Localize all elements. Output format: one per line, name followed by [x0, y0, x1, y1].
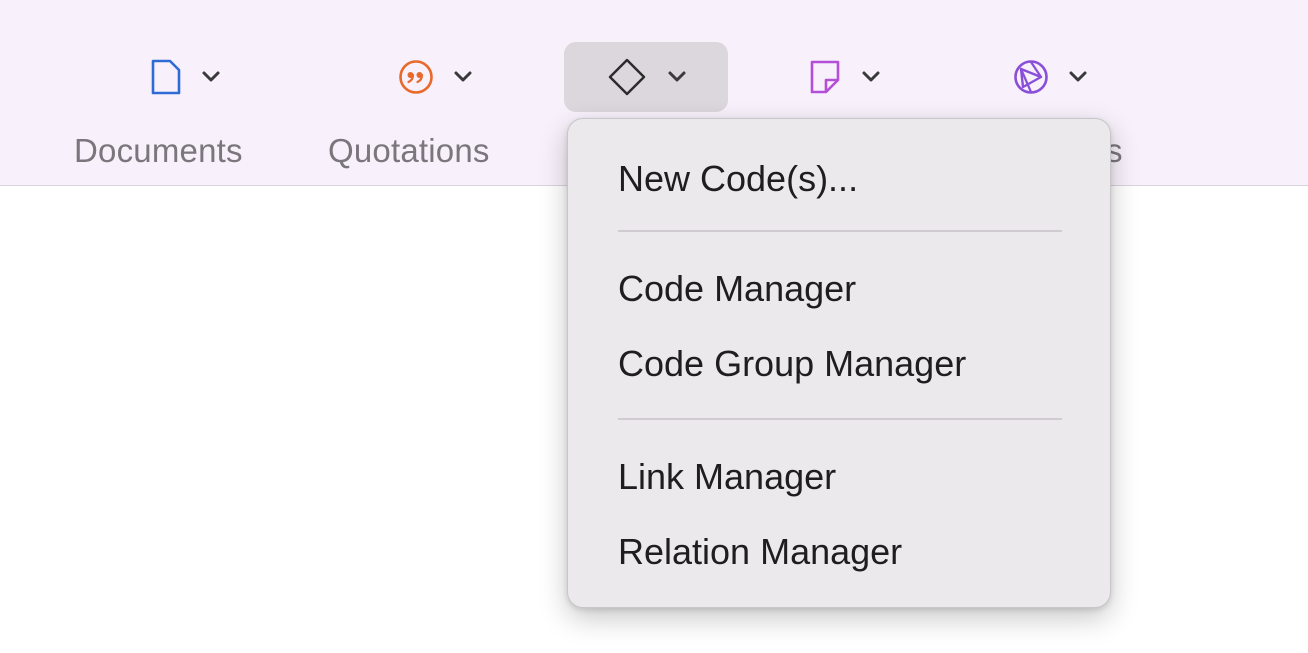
quotations-label: Quotations: [328, 132, 490, 169]
documents-button[interactable]: [120, 42, 250, 112]
chevron-down-icon[interactable]: [1068, 70, 1088, 84]
memo-icon: [807, 58, 843, 96]
menu-item-link-manager[interactable]: Link Manager: [586, 447, 1092, 507]
menu-item-relation-manager[interactable]: Relation Manager: [586, 522, 1092, 582]
network-icon: [1012, 58, 1050, 96]
codes-dropdown-menu: New Code(s)... Code Manager Code Group M…: [567, 118, 1111, 608]
documents-label: Documents: [74, 132, 243, 169]
menu-item-code-group-manager[interactable]: Code Group Manager: [586, 334, 1092, 394]
chevron-down-icon[interactable]: [861, 70, 881, 84]
chevron-down-icon[interactable]: [453, 70, 473, 84]
menu-item-code-manager[interactable]: Code Manager: [586, 259, 1092, 319]
quotations-button[interactable]: [370, 42, 500, 112]
document-icon: [149, 58, 183, 96]
chevron-down-icon[interactable]: [201, 70, 221, 84]
memos-button[interactable]: [782, 42, 906, 112]
chevron-down-icon[interactable]: [667, 70, 687, 84]
menu-separator: [618, 418, 1062, 420]
code-diamond-icon: [605, 55, 649, 99]
quotation-icon: [397, 58, 435, 96]
networks-button[interactable]: [988, 42, 1112, 112]
codes-button[interactable]: [564, 42, 728, 112]
menu-item-new-codes[interactable]: New Code(s)...: [586, 149, 1092, 209]
menu-separator: [618, 230, 1062, 232]
